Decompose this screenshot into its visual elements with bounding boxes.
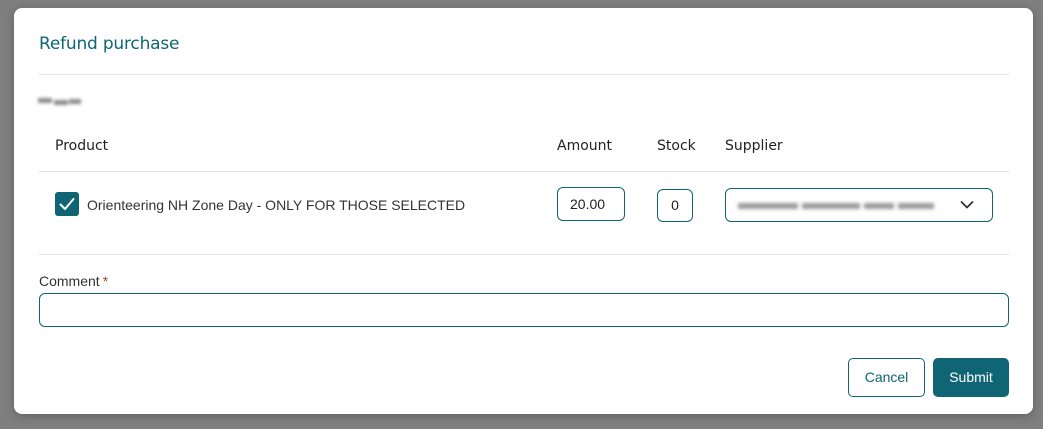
comment-label-text: Comment xyxy=(39,273,100,289)
product-checkbox[interactable] xyxy=(55,192,79,216)
column-header-product: Product xyxy=(55,138,109,154)
chevron-down-icon xyxy=(960,201,974,209)
column-header-supplier: Supplier xyxy=(725,138,783,154)
refund-dialog: Refund purchase Product Amount Stock Sup… xyxy=(14,8,1033,414)
supplier-select[interactable] xyxy=(725,188,993,222)
submit-button[interactable]: Submit xyxy=(933,358,1009,397)
divider xyxy=(39,74,1009,75)
product-name: Orienteering NH Zone Day - ONLY FOR THOS… xyxy=(87,197,466,213)
redacted-section-label xyxy=(38,95,82,109)
divider xyxy=(39,254,1009,255)
cancel-button[interactable]: Cancel xyxy=(848,358,925,397)
redacted-supplier-value xyxy=(738,201,934,211)
comment-input[interactable] xyxy=(39,293,1009,327)
required-marker: * xyxy=(102,273,109,289)
column-header-amount: Amount xyxy=(557,138,613,154)
column-header-stock: Stock xyxy=(657,138,696,154)
divider xyxy=(39,171,1009,172)
dialog-title: Refund purchase xyxy=(39,34,180,54)
amount-input[interactable]: 20.00 xyxy=(557,187,625,221)
stock-input[interactable]: 0 xyxy=(657,189,693,222)
check-icon xyxy=(59,198,75,210)
comment-label: Comment * xyxy=(39,273,108,289)
